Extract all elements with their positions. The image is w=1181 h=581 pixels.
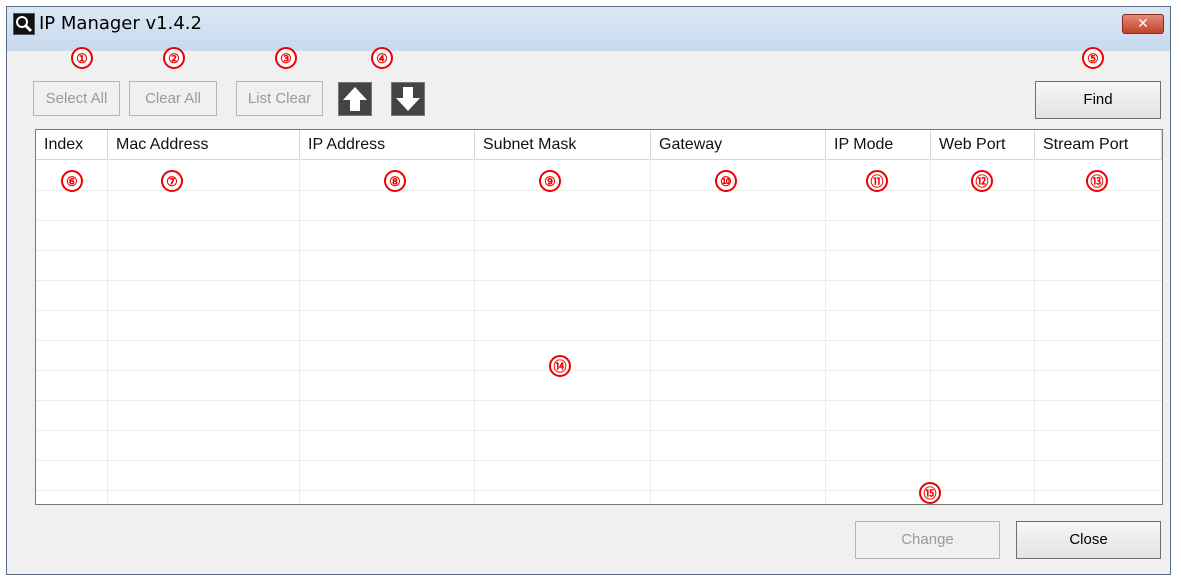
callout-7: ⑦: [161, 170, 183, 192]
column-header-gateway[interactable]: Gateway: [651, 130, 826, 159]
callout-6: ⑥: [61, 170, 83, 192]
callout-14: ⑭: [549, 355, 571, 377]
window-close-button[interactable]: ✕: [1122, 14, 1164, 34]
table-row: [36, 340, 1162, 341]
callout-12: ⑫: [971, 170, 993, 192]
callout-11: ⑪: [866, 170, 888, 192]
table-header: Index Mac Address IP Address Subnet Mask…: [36, 130, 1162, 160]
column-header-mac-address[interactable]: Mac Address: [108, 130, 300, 159]
callout-2: ②: [163, 47, 185, 69]
callout-15: ⑮: [919, 482, 941, 504]
list-clear-button[interactable]: List Clear: [236, 81, 323, 116]
grid-line: [299, 159, 300, 504]
table-row: [36, 370, 1162, 371]
column-header-stream-port[interactable]: Stream Port: [1035, 130, 1162, 159]
callout-8: ⑧: [384, 170, 406, 192]
grid-line: [650, 159, 651, 504]
column-header-web-port[interactable]: Web Port: [931, 130, 1035, 159]
find-button[interactable]: Find: [1035, 81, 1161, 119]
ip-manager-window: IP Manager v1.4.2 ✕ ① ② ③ ④ ⑤ Select All…: [6, 6, 1171, 575]
arrow-up-icon: [343, 87, 367, 111]
column-header-ip-mode[interactable]: IP Mode: [826, 130, 931, 159]
move-down-button[interactable]: [391, 82, 425, 116]
move-up-button[interactable]: [338, 82, 372, 116]
device-list-table[interactable]: Index Mac Address IP Address Subnet Mask…: [35, 129, 1163, 505]
callout-13: ⑬: [1086, 170, 1108, 192]
arrow-down-icon: [396, 87, 420, 111]
table-row: [36, 400, 1162, 401]
magnifier-app-icon: [13, 13, 35, 35]
select-all-button[interactable]: Select All: [33, 81, 120, 116]
window-title: IP Manager v1.4.2: [39, 13, 202, 34]
table-row: [36, 460, 1162, 461]
callout-1: ①: [71, 47, 93, 69]
change-button[interactable]: Change: [855, 521, 1000, 559]
callout-3: ③: [275, 47, 297, 69]
callout-5: ⑤: [1082, 47, 1104, 69]
table-row: [36, 310, 1162, 311]
callout-10: ⑩: [715, 170, 737, 192]
column-header-ip-address[interactable]: IP Address: [300, 130, 475, 159]
callout-9: ⑨: [539, 170, 561, 192]
table-row: [36, 250, 1162, 251]
grid-line: [107, 159, 108, 504]
close-button[interactable]: Close: [1016, 521, 1161, 559]
table-row: [36, 430, 1162, 431]
table-row: [36, 280, 1162, 281]
grid-line: [825, 159, 826, 504]
table-row: [36, 490, 1162, 491]
grid-line: [1034, 159, 1035, 504]
table-row: [36, 220, 1162, 221]
column-header-subnet-mask[interactable]: Subnet Mask: [475, 130, 651, 159]
clear-all-button[interactable]: Clear All: [129, 81, 217, 116]
table-row: [36, 190, 1162, 191]
column-header-index[interactable]: Index: [36, 130, 108, 159]
grid-line: [930, 159, 931, 504]
grid-line: [474, 159, 475, 504]
title-bar[interactable]: IP Manager v1.4.2 ✕: [7, 7, 1170, 51]
callout-4: ④: [371, 47, 393, 69]
